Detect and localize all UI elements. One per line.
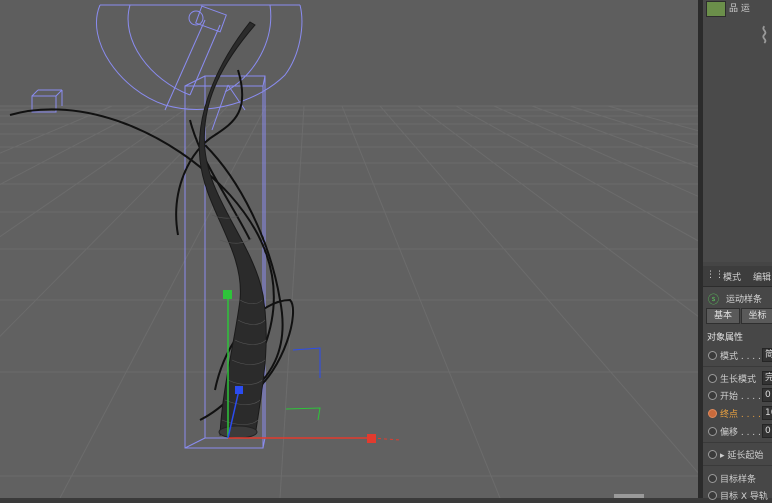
param-label: 生长模式: [720, 375, 757, 385]
param-extend-start[interactable]: ▸ 延长起始: [703, 447, 772, 462]
tube-base: [218, 425, 258, 439]
basic-tab-button[interactable]: 基本: [706, 308, 740, 324]
object-manager-label: 品 运: [729, 4, 750, 14]
param-label: ▸ 延长起始: [720, 451, 764, 461]
divider-line: [703, 442, 772, 443]
param-label: 开始 . . . .: [720, 392, 761, 402]
y-axis-handle[interactable]: [223, 290, 232, 299]
param-end[interactable]: 终点 . . . . 10: [703, 406, 772, 421]
attribute-object-name: 运动样条: [726, 295, 763, 305]
param-value[interactable]: 简: [762, 348, 772, 362]
attribute-manager: ⋮⋮ 模式 编辑 ⓢ 运动样条 基本 坐标 对象属性 模式 . . . . . …: [703, 266, 772, 502]
divider-line: [703, 465, 772, 466]
object-manager: 品 运 ⌇: [703, 0, 772, 262]
param-label: 终点 . . . .: [720, 410, 761, 420]
param-target-rail[interactable]: 目标 X 导轨: [703, 488, 772, 503]
param-radio[interactable]: [708, 409, 717, 418]
z-axis-handle[interactable]: [235, 386, 243, 394]
param-radio[interactable]: [708, 351, 717, 360]
param-target-spline[interactable]: 目标样条: [703, 471, 772, 486]
param-radio[interactable]: [708, 491, 717, 500]
param-radio[interactable]: [708, 450, 717, 459]
param-value[interactable]: 10: [762, 406, 772, 420]
tab-edit[interactable]: 编辑: [753, 270, 771, 283]
param-value[interactable]: 0: [762, 424, 772, 438]
param-radio[interactable]: [708, 391, 717, 400]
tab-mode[interactable]: 模式: [723, 270, 741, 283]
param-label: 偏移 . . . .: [720, 428, 761, 438]
param-offset[interactable]: 偏移 . . . . 0: [703, 424, 772, 439]
param-mode[interactable]: 模式 . . . . . 简: [703, 348, 772, 363]
param-value[interactable]: 0: [762, 388, 772, 402]
divider-line: [703, 366, 772, 367]
x-axis-handle[interactable]: [367, 434, 376, 443]
curve-icon: ⌇: [759, 24, 770, 49]
param-start[interactable]: 开始 . . . . 0: [703, 388, 772, 403]
spline-icon: ⓢ: [708, 293, 719, 306]
param-radio[interactable]: [708, 474, 717, 483]
status-indicator: [614, 494, 644, 498]
right-panel: 品 运 ⌇ ⋮⋮ 模式 编辑 ⓢ 运动样条 基本 坐标 对象属性 模式 . . …: [703, 0, 772, 502]
param-radio[interactable]: [708, 374, 717, 383]
param-label: 目标 X 导轨: [720, 492, 768, 502]
coord-tab-button[interactable]: 坐标: [741, 308, 772, 324]
viewport-scene[interactable]: [0, 0, 698, 498]
attribute-object-row: ⓢ 运动样条: [706, 290, 772, 306]
param-label: 目标样条: [720, 475, 757, 485]
param-value[interactable]: 完: [762, 371, 772, 385]
menu-icon[interactable]: ⋮⋮: [706, 270, 724, 280]
3d-viewport[interactable]: [0, 0, 698, 498]
param-radio[interactable]: [708, 427, 717, 436]
object-icon[interactable]: [706, 1, 726, 17]
section-title: 对象属性: [707, 333, 744, 343]
param-growth-mode[interactable]: 生长模式 完: [703, 371, 772, 386]
param-label: 模式 . . . . .: [720, 352, 767, 362]
attribute-tabbar: ⋮⋮ 模式 编辑: [703, 266, 772, 287]
